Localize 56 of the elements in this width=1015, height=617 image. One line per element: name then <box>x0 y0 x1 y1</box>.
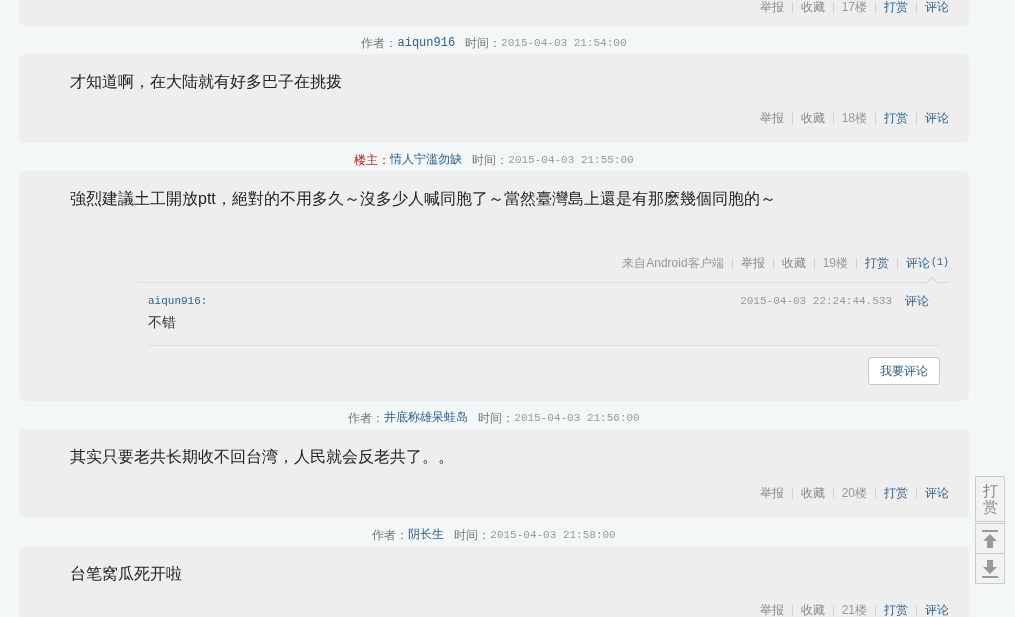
action-link[interactable]: 打赏 <box>884 603 908 617</box>
time-label: 时间： <box>454 527 491 544</box>
action-link[interactable]: 评论 <box>925 603 949 617</box>
write-comment-button[interactable]: 我要评论 <box>868 357 940 385</box>
author-label: 作者： <box>348 410 385 427</box>
time-label: 时间： <box>465 35 502 52</box>
post-info-text: 17楼 <box>841 0 867 14</box>
action-link[interactable]: 评论 <box>925 486 949 500</box>
action-link[interactable]: 收藏 <box>781 256 806 270</box>
post-info-text: 19楼 <box>822 256 848 270</box>
action-link[interactable]: 收藏 <box>800 111 825 125</box>
author-link[interactable]: 井底称雄呆蛙岛 <box>384 409 469 427</box>
scroll-to-top-button[interactable] <box>975 523 1005 554</box>
reward-button[interactable]: 打赏 <box>975 476 1005 522</box>
author-link[interactable]: aiqun916 <box>397 34 456 52</box>
post-info-text: 21楼 <box>841 603 867 617</box>
action-link[interactable]: 打赏 <box>865 256 889 270</box>
post-info-text: 20楼 <box>841 486 867 500</box>
post-time: 2015-04-03 21:56:00 <box>514 410 640 426</box>
action-link[interactable]: 评论(1) <box>906 256 949 270</box>
action-link[interactable]: 打赏 <box>884 486 908 500</box>
username-link[interactable]: aiqun916: <box>148 292 208 310</box>
arrow-down-to-bar-icon <box>982 559 998 578</box>
reply-link[interactable]: 评论 <box>905 292 929 310</box>
action-link[interactable]: 打赏 <box>884 0 908 14</box>
action-link[interactable]: 收藏 <box>800 486 825 500</box>
action-link[interactable]: 打赏 <box>884 111 908 125</box>
action-link[interactable]: 举报 <box>759 486 784 500</box>
comment-text: 不错 <box>148 313 176 332</box>
post-text: 台笔窝瓜死开啦 <box>70 565 182 583</box>
action-link[interactable]: 评论 <box>925 0 949 14</box>
post-info-text: 18楼 <box>841 111 867 125</box>
scroll-to-bottom-button[interactable] <box>975 553 1005 584</box>
author-label: 作者： <box>372 527 409 544</box>
action-link[interactable]: 评论 <box>925 111 949 125</box>
post-time: 2015-04-03 21:54:00 <box>501 35 627 51</box>
action-link[interactable]: 举报 <box>740 256 765 270</box>
author-label: 作者： <box>361 35 398 52</box>
post-time: 2015-04-03 21:55:00 <box>508 152 634 168</box>
post-time: 2015-04-03 21:58:00 <box>490 527 616 543</box>
post-text: 強烈建議土工開放ptt，絕對的不用多久～沒多少人喊同胞了～當然臺灣島上還是有那麽幾個同胞的～ <box>70 190 776 208</box>
author-link[interactable]: 阴长生 <box>408 526 445 544</box>
comment-time: 2015-04-03 22:24:44.533 <box>740 293 892 309</box>
action-link[interactable]: 举报 <box>759 0 784 14</box>
author-link[interactable]: 情人宁滥勿缺 <box>390 151 463 169</box>
arrow-up-to-bar-icon <box>982 529 998 548</box>
author-label: 楼主： <box>354 152 391 169</box>
post-text: 才知道啊，在大陆就有好多巴子在挑拨 <box>70 73 342 91</box>
post-info-text: 来自Android客户端 <box>622 256 724 270</box>
action-link[interactable]: 收藏 <box>800 0 825 14</box>
action-link[interactable]: 收藏 <box>800 603 825 617</box>
action-link[interactable]: 举报 <box>759 111 784 125</box>
post-text: 其实只要老共长期收不回台湾，人民就会反老共了。。 <box>70 448 454 466</box>
action-link[interactable]: 举报 <box>759 603 784 617</box>
time-label: 时间： <box>472 152 509 169</box>
time-label: 时间： <box>478 410 515 427</box>
